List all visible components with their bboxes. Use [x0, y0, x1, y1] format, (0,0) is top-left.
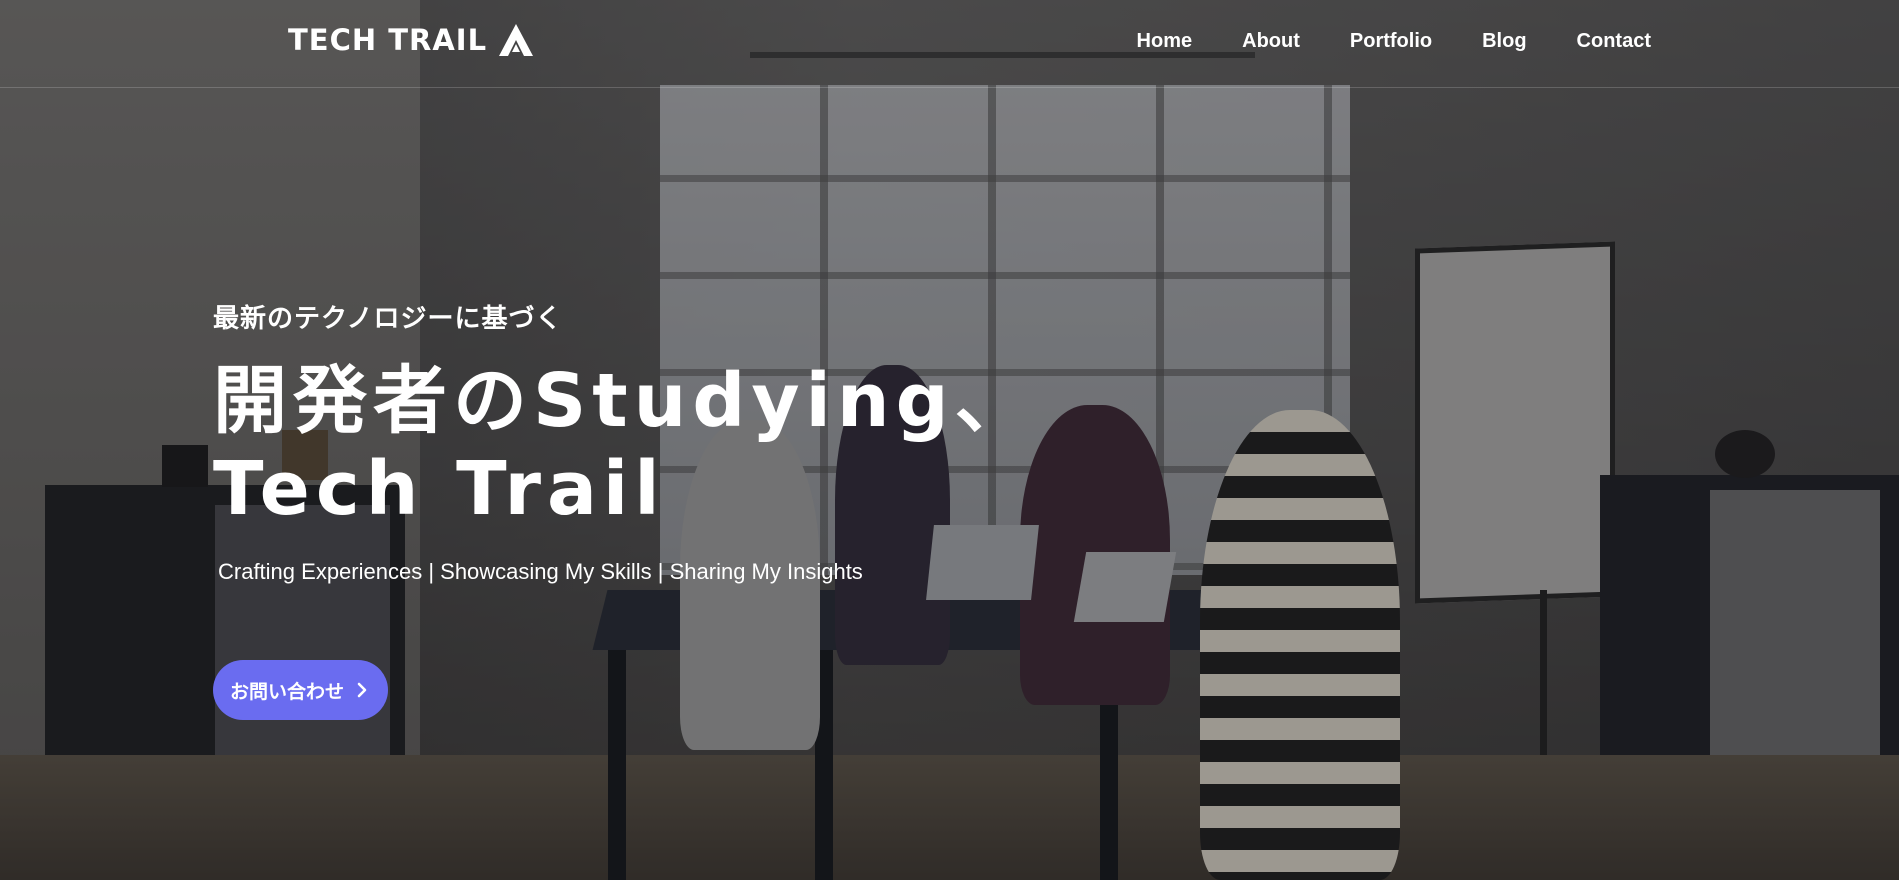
contact-button-label: お問い合わせ	[230, 680, 345, 703]
nav-blog[interactable]: Blog	[1482, 30, 1526, 53]
logo-link[interactable]: TECH TRAIL	[288, 22, 535, 58]
chevron-right-icon	[357, 682, 367, 698]
logo-text: TECH TRAIL	[288, 23, 488, 57]
hero-section: TECH TRAIL Home About Portfolio Blog Con…	[0, 0, 1899, 880]
hero-headline: 開発者のStudying、 Tech Trail	[213, 357, 1035, 533]
hero-tagline: Crafting Experiences | Showcasing My Ski…	[218, 559, 863, 584]
contact-button[interactable]: お問い合わせ	[213, 660, 389, 720]
logo-mark-icon	[499, 24, 534, 56]
nav-home[interactable]: Home	[1137, 30, 1193, 53]
nav-portfolio[interactable]: Portfolio	[1350, 30, 1432, 53]
hero-headline-line1: 開発者のStudying、	[213, 358, 1035, 444]
hero-eyebrow: 最新のテクノロジーに基づく	[213, 304, 563, 334]
site-header: TECH TRAIL Home About Portfolio Blog Con…	[0, 0, 1899, 88]
nav-contact[interactable]: Contact	[1577, 30, 1651, 53]
main-nav: Home About Portfolio Blog Contact	[1137, 30, 1651, 53]
nav-about[interactable]: About	[1242, 30, 1300, 53]
hero-headline-line2: Tech Trail	[213, 446, 666, 532]
hero-text: 最新のテクノロジーに基づく 開発者のStudying、 Tech Trail C…	[213, 298, 1035, 585]
